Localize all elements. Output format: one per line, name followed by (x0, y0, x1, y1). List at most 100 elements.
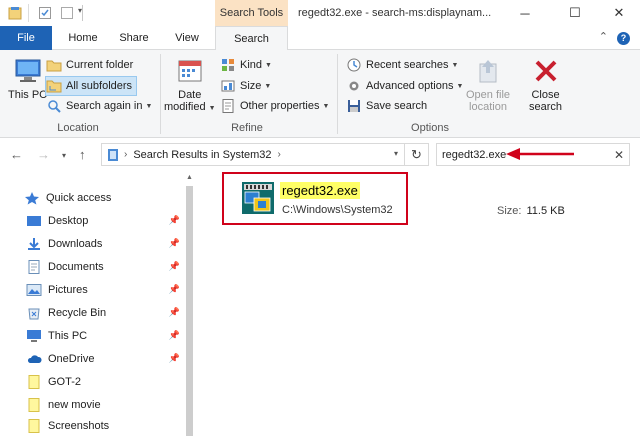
back-icon[interactable]: ← (10, 147, 23, 162)
nav-item-pictures[interactable]: Pictures 📌 (26, 280, 184, 300)
result-size: Size: 11.5 KB (497, 205, 565, 217)
nav-item-label: OneDrive (48, 353, 95, 365)
title-separator (82, 5, 83, 21)
properties-icon[interactable] (38, 6, 52, 20)
scrollbar-thumb[interactable] (186, 186, 193, 436)
properties-icon (220, 98, 236, 114)
title-separator (28, 4, 29, 22)
ribbon: This PC Current folder All subfolders Se… (0, 50, 640, 138)
advanced-options-button[interactable]: Advanced options ▼ (346, 76, 463, 96)
size-button[interactable]: Size ▼ (220, 76, 271, 96)
annotation-arrow-icon (506, 148, 574, 160)
breadcrumb-chevron-icon: › (124, 149, 128, 160)
nav-item-desktop[interactable]: Desktop 📌 (26, 211, 184, 231)
nav-item-label: Downloads (48, 238, 103, 250)
clear-search-icon[interactable]: ✕ (614, 148, 624, 162)
download-icon (26, 237, 42, 251)
size-label: Size (240, 80, 262, 92)
navpane-scrollbar[interactable]: ▲ (184, 172, 195, 436)
collapse-ribbon-icon[interactable]: ⌃ (599, 30, 608, 43)
refresh-icon: ↻ (411, 146, 422, 162)
nav-item-quick-access[interactable]: Quick access (24, 188, 182, 208)
location-group-label: Location (57, 122, 99, 134)
nav-item-label: new movie (48, 399, 101, 411)
chevron-down-icon: ▼ (264, 82, 272, 90)
pin-icon: 📌 (168, 215, 180, 225)
search-results-icon (108, 148, 118, 161)
search-again-in-button[interactable]: Search again in ▼ (46, 96, 152, 116)
other-properties-button[interactable]: Other properties ▼ (220, 96, 329, 116)
tab-share[interactable]: Share (112, 26, 156, 50)
cloud-icon (26, 352, 42, 366)
chevron-down-icon: ▼ (322, 102, 330, 110)
nav-item-this-pc[interactable]: This PC 📌 (26, 326, 184, 346)
all-subfolders-button[interactable]: All subfolders (45, 76, 138, 96)
tab-search[interactable]: Search (215, 26, 288, 51)
chevron-down-icon: ▼ (451, 61, 459, 69)
this-pc-button[interactable]: This PC (8, 56, 47, 101)
maximize-button[interactable]: ☐ (552, 0, 598, 26)
date-modified-button[interactable]: Date modified ▼ (164, 56, 216, 115)
close-search-button[interactable]: Close search (529, 56, 562, 113)
tab-home[interactable]: Home (58, 26, 108, 50)
nav-item-downloads[interactable]: Downloads 📌 (26, 234, 184, 254)
refresh-button[interactable]: ↻ (405, 143, 429, 166)
recent-searches-icon (346, 57, 362, 73)
calendar-icon (178, 60, 202, 82)
recent-locations-icon[interactable]: ▾ (62, 151, 66, 160)
nav-item-label: GOT-2 (48, 376, 82, 388)
tab-view[interactable]: View (164, 26, 210, 50)
chevron-down-icon: ▼ (456, 82, 464, 90)
computer-icon (15, 59, 41, 82)
nav-item-screenshots[interactable]: Screenshots (26, 416, 184, 436)
size-icon (220, 78, 236, 94)
pictures-icon (26, 283, 42, 297)
result-size-label: Size: (497, 205, 522, 217)
nav-item-onedrive[interactable]: OneDrive 📌 (26, 349, 184, 369)
new-folder-icon[interactable] (60, 6, 74, 20)
help-icon[interactable]: ? (617, 32, 630, 45)
ribbon-tabs: File Home Share View Search ⌃ ? (0, 26, 640, 51)
save-search-button[interactable]: Save search (346, 96, 427, 116)
scroll-up-icon[interactable]: ▲ (186, 174, 193, 181)
search-again-icon (46, 98, 62, 114)
close-search-label-line2: search (529, 101, 563, 113)
pin-icon: 📌 (168, 353, 180, 363)
up-icon[interactable]: ↑ (79, 147, 86, 162)
address-bar[interactable]: › Search Results in System32 › ▾ (101, 143, 405, 166)
close-search-label-line1: Close (531, 89, 560, 101)
search-again-in-label: Search again in (66, 100, 143, 112)
nav-item-new-movie[interactable]: new movie (26, 395, 184, 415)
open-file-location-button[interactable]: Open file location (466, 56, 510, 113)
tab-file[interactable]: File (0, 26, 52, 50)
pin-icon: 📌 (168, 284, 180, 294)
registry-editor-icon (242, 182, 274, 214)
open-file-location-label-line1: Open file (466, 89, 511, 101)
computer-icon (26, 329, 42, 343)
kind-label: Kind (240, 59, 263, 71)
open-file-location-label-line2: location (469, 101, 507, 113)
close-button[interactable]: ✕ (596, 0, 640, 26)
nav-item-documents[interactable]: Documents 📌 (26, 257, 184, 277)
folder-icon (26, 419, 42, 433)
nav-item-got-2[interactable]: GOT-2 (26, 372, 184, 392)
pin-icon: 📌 (168, 330, 180, 340)
address-dropdown-icon[interactable]: ▾ (394, 149, 398, 158)
save-icon (346, 98, 362, 114)
kind-button[interactable]: Kind ▼ (220, 55, 272, 75)
close-icon (535, 60, 556, 82)
recent-searches-label: Recent searches (366, 59, 449, 71)
minimize-button[interactable]: ─ (502, 0, 548, 26)
other-properties-label: Other properties (240, 100, 320, 112)
forward-icon[interactable]: → (37, 147, 50, 162)
nav-item-label: This PC (48, 330, 88, 342)
search-result-item[interactable]: regedt32.exe C:\Windows\System32 (222, 172, 408, 225)
pin-icon: 📌 (168, 307, 180, 317)
result-size-value: 11.5 KB (526, 205, 565, 217)
recent-searches-button[interactable]: Recent searches ▼ (346, 55, 458, 75)
navigation-pane: Quick access Desktop 📌 Downloads 📌 Docum… (0, 172, 195, 436)
current-folder-button[interactable]: Current folder (46, 55, 133, 75)
breadcrumb-chevron-icon[interactable]: › (278, 149, 281, 160)
nav-item-label: Screenshots (48, 420, 110, 432)
nav-item-recycle-bin[interactable]: Recycle Bin 📌 (26, 303, 184, 323)
